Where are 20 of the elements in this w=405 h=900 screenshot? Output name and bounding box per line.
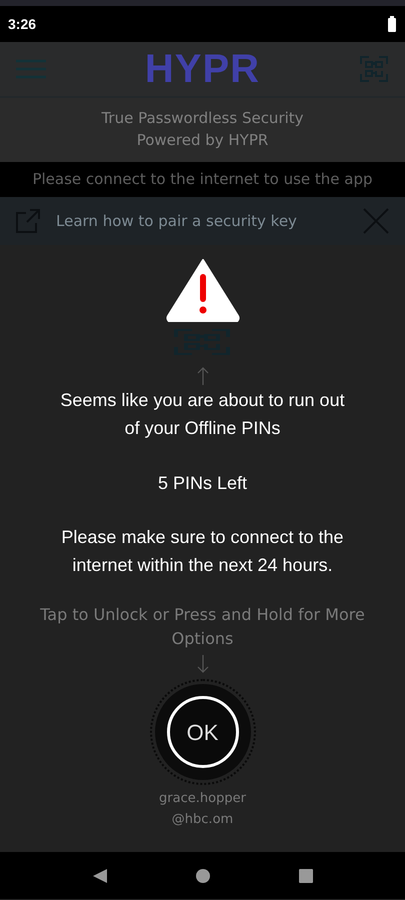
- tagline-text: Powered by HYPR: [136, 130, 268, 151]
- status-time: 3:26: [8, 14, 36, 34]
- dialog-instruction: Please make sure to connect to the internet within the next 24 hours.: [60, 526, 345, 577]
- username-text: grace.hopper: [159, 790, 246, 808]
- qr-scan-icon[interactable]: [358, 54, 389, 84]
- dialog-message: Seems like you are about to run out of your Offline PINs: [60, 389, 345, 440]
- recents-icon[interactable]: [298, 868, 314, 884]
- unlock-hint: Tap to Unlock or Press and Hold for More Options: [39, 604, 366, 650]
- battery-icon: [387, 16, 397, 32]
- warning-icon: [166, 258, 240, 322]
- pins-left-count: 5 PINs Left: [156, 472, 248, 495]
- home-icon[interactable]: [194, 868, 210, 884]
- username-text: @hbc.om: [170, 810, 234, 829]
- menu-icon[interactable]: [16, 59, 46, 79]
- logo: HYPR: [144, 49, 260, 89]
- arrow-up-icon: [196, 367, 208, 385]
- back-icon[interactable]: [92, 868, 108, 884]
- offline-banner-text: Please connect to the internet to use the app: [32, 169, 373, 190]
- arrow-down-icon: [196, 655, 208, 673]
- tagline-text: True Passwordless Security: [101, 108, 304, 130]
